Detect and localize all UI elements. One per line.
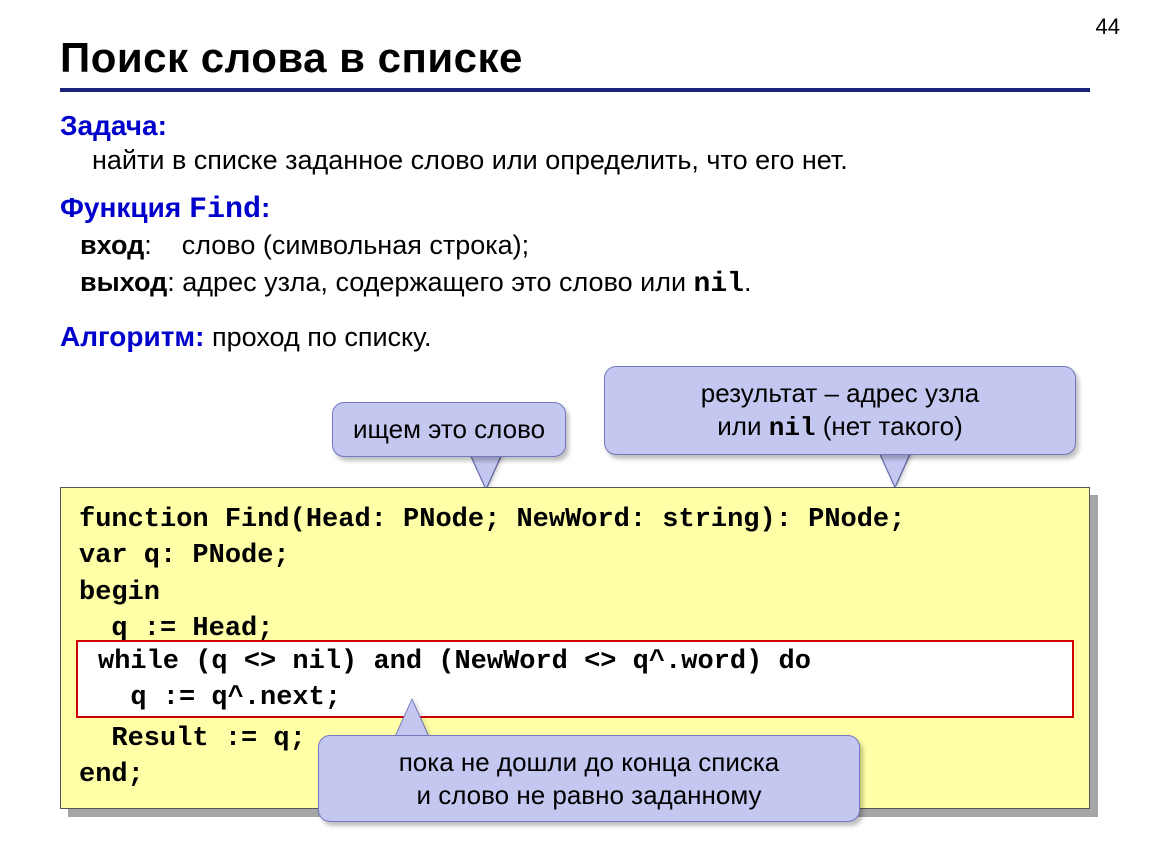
code-l7: Result := q; xyxy=(79,724,306,754)
callout2-nil: nil xyxy=(769,413,816,443)
callout-search-word: ищем это слово xyxy=(332,402,566,457)
code-l5: while (q <> nil) and (NewWord <> q^.word… xyxy=(98,647,811,677)
callout1-text: ищем это слово xyxy=(353,414,545,444)
func-input-row: вход: слово (символьная строка); xyxy=(80,227,1090,263)
task-text: найти в списке заданное слово или опреде… xyxy=(92,142,1090,178)
algo-text: проход по списку. xyxy=(204,322,431,352)
callout-result: результат – адрес узла или nil (нет тако… xyxy=(604,366,1076,455)
func-input-label: вход xyxy=(80,230,144,260)
func-label-name: Find xyxy=(189,193,261,227)
page-number: 44 xyxy=(1096,14,1120,40)
func-output-text-a: : адрес узла, содержащего это слово или xyxy=(167,267,693,297)
slide-title: Поиск слова в списке xyxy=(60,34,1090,82)
func-label-prefix: Функция xyxy=(60,192,189,223)
func-block: Функция Find: вход: слово (символьная ст… xyxy=(60,192,1090,303)
callout3-line2: и слово не равно заданному xyxy=(339,779,839,812)
func-output-row: выход: адрес узла, содержащего это слово… xyxy=(80,264,1090,304)
callout-while-condition: пока не дошли до конца списка и слово не… xyxy=(318,735,860,822)
algo-label: Алгоритм: xyxy=(60,321,204,352)
slide: 44 Поиск слова в списке Задача: найти в … xyxy=(0,0,1150,864)
code-l6: q := q^.next; xyxy=(98,683,341,713)
callout3-tail xyxy=(394,700,430,740)
func-output-label: выход xyxy=(80,267,167,297)
callout2-line2: или nil (нет такого) xyxy=(625,410,1055,445)
func-output-text-b: . xyxy=(744,267,752,297)
callout3-line1: пока не дошли до конца списка xyxy=(339,746,839,779)
task-label: Задача: xyxy=(60,110,167,141)
func-label-suffix: : xyxy=(261,192,270,223)
code-l2: var q: PNode; xyxy=(79,541,290,571)
task-block: Задача: найти в списке заданное слово ил… xyxy=(60,110,1090,178)
func-input-text: : слово (символьная строка); xyxy=(144,230,529,260)
code-highlight-box: while (q <> nil) and (NewWord <> q^.word… xyxy=(76,640,1074,718)
algo-block: Алгоритм: проход по списку. xyxy=(60,318,1090,356)
func-output-nil: nil xyxy=(694,269,744,300)
callout2-pre: или xyxy=(717,411,768,441)
callout2-line1: результат – адрес узла xyxy=(625,377,1055,410)
callout2-post: (нет такого) xyxy=(816,411,963,441)
code-l1: function Find(Head: PNode; NewWord: stri… xyxy=(79,505,905,535)
code-l8: end; xyxy=(79,760,144,790)
title-rule xyxy=(60,88,1090,92)
code-l3: begin xyxy=(79,578,160,608)
